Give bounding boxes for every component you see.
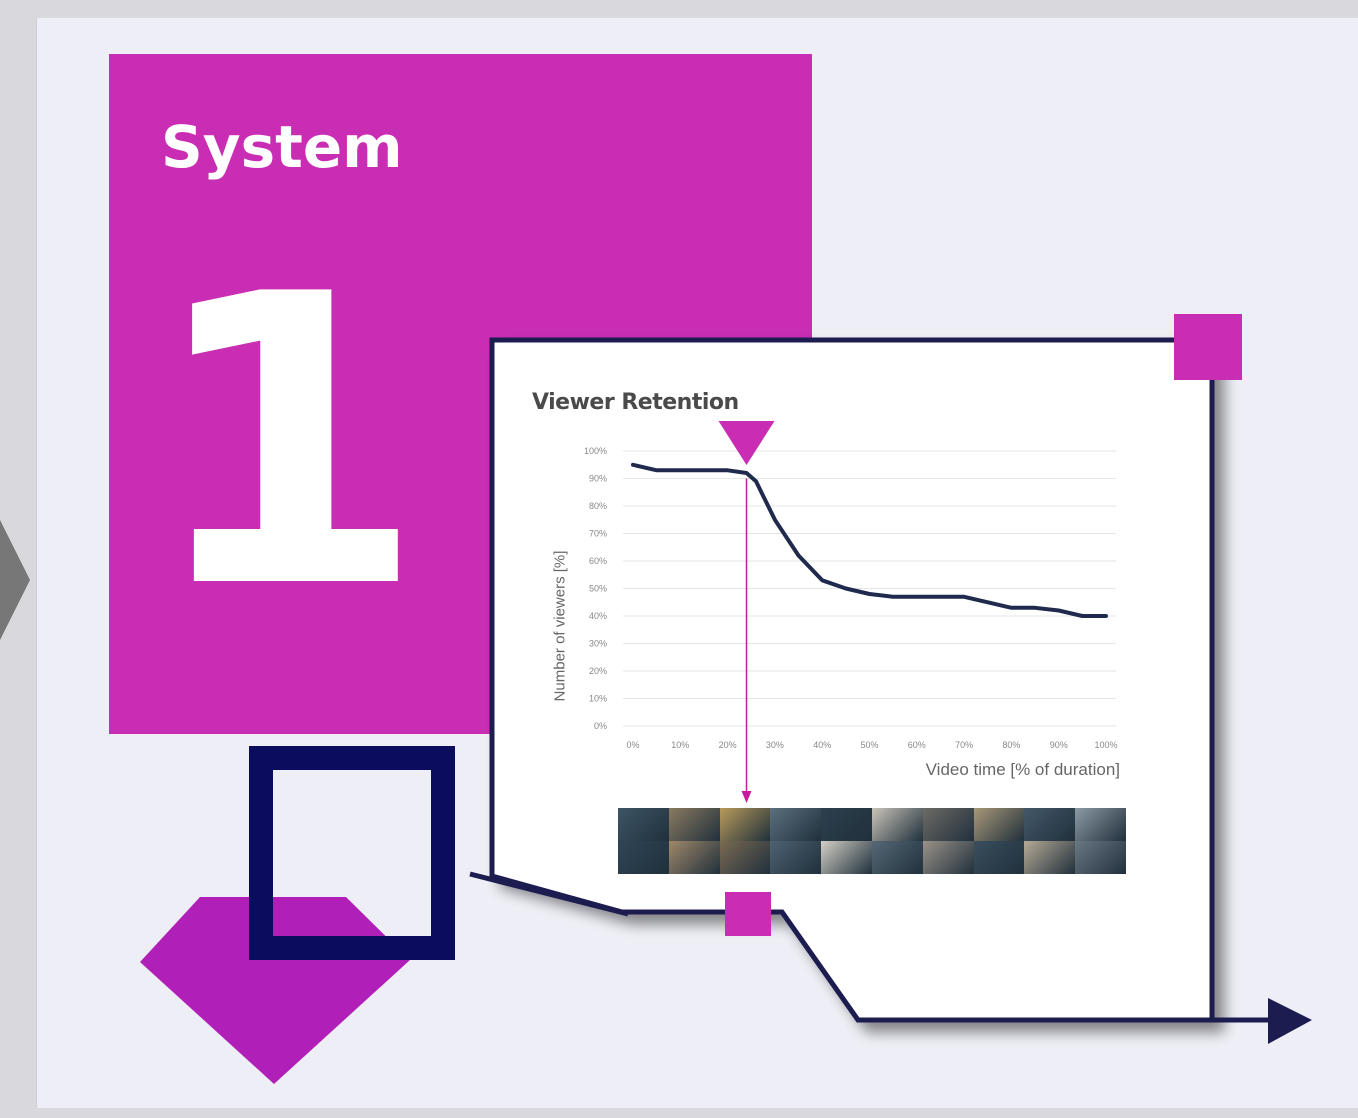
- x-tick-label: 60%: [908, 740, 926, 750]
- x-tick-label: 90%: [1050, 740, 1068, 750]
- y-tick-label: 60%: [589, 556, 607, 566]
- thumbnail-frame: [821, 841, 872, 874]
- y-tick-label: 100%: [584, 446, 607, 456]
- y-tick-label: 0%: [594, 721, 607, 731]
- x-tick-label: 50%: [860, 740, 878, 750]
- x-tick-label: 10%: [671, 740, 689, 750]
- arrow-right-icon: [1268, 998, 1312, 1044]
- x-tick-label: 0%: [626, 740, 639, 750]
- y-tick-label: 70%: [589, 529, 607, 539]
- x-tick-label: 100%: [1094, 740, 1117, 750]
- thumbnail-frame: [618, 808, 669, 841]
- x-tick-label: 30%: [766, 740, 784, 750]
- video-thumbnail-strip: [618, 808, 1126, 874]
- x-tick-label: 40%: [813, 740, 831, 750]
- y-tick-label: 90%: [589, 474, 607, 484]
- triangle-down-icon: [718, 421, 775, 465]
- diamond-icon: [140, 897, 410, 1084]
- thumbnail-frame: [821, 808, 872, 841]
- y-tick-label: 40%: [589, 611, 607, 621]
- thumbnail-frame: [770, 808, 822, 841]
- thumbnail-frame: [973, 808, 1025, 841]
- y-tick-label: 10%: [589, 694, 607, 704]
- x-tick-label: 70%: [955, 740, 973, 750]
- thumbnail-frame: [1075, 808, 1126, 841]
- thumbnail-frame: [922, 841, 974, 874]
- y-tick-label: 30%: [589, 639, 607, 649]
- x-tick-label: 80%: [1002, 740, 1020, 750]
- thumbnail-frame: [668, 841, 720, 874]
- thumbnail-frame: [871, 808, 923, 841]
- thumbnail-frame: [719, 841, 771, 874]
- y-tick-label: 80%: [589, 501, 607, 511]
- retention-chart-card: Viewer Retention Number of viewers [%] V…: [500, 344, 1210, 904]
- x-tick-label: 20%: [719, 740, 737, 750]
- thumbnail-frame: [668, 808, 720, 841]
- series-line: [631, 462, 1108, 618]
- thumbnail-frame: [1024, 808, 1076, 841]
- y-tick-label: 20%: [589, 666, 607, 676]
- thumbnail-frame: [1024, 841, 1076, 874]
- thumbnail-frame: [922, 808, 974, 841]
- thumbnail-frame: [770, 841, 822, 874]
- retention-chart: 0% 10% 20% 30% 40% 50% 60% 70% 80% 90% 100% 0% 10% 20…: [584, 421, 1118, 803]
- thumbnail-frame: [1075, 841, 1126, 874]
- thumbnail-frame: [871, 841, 923, 874]
- thumbnail-frame: [719, 808, 771, 841]
- thumbnail-frame: [618, 841, 669, 874]
- y-tick-label: 50%: [589, 584, 607, 594]
- thumbnail-frame: [973, 841, 1025, 874]
- marker-arrowhead: [741, 791, 752, 803]
